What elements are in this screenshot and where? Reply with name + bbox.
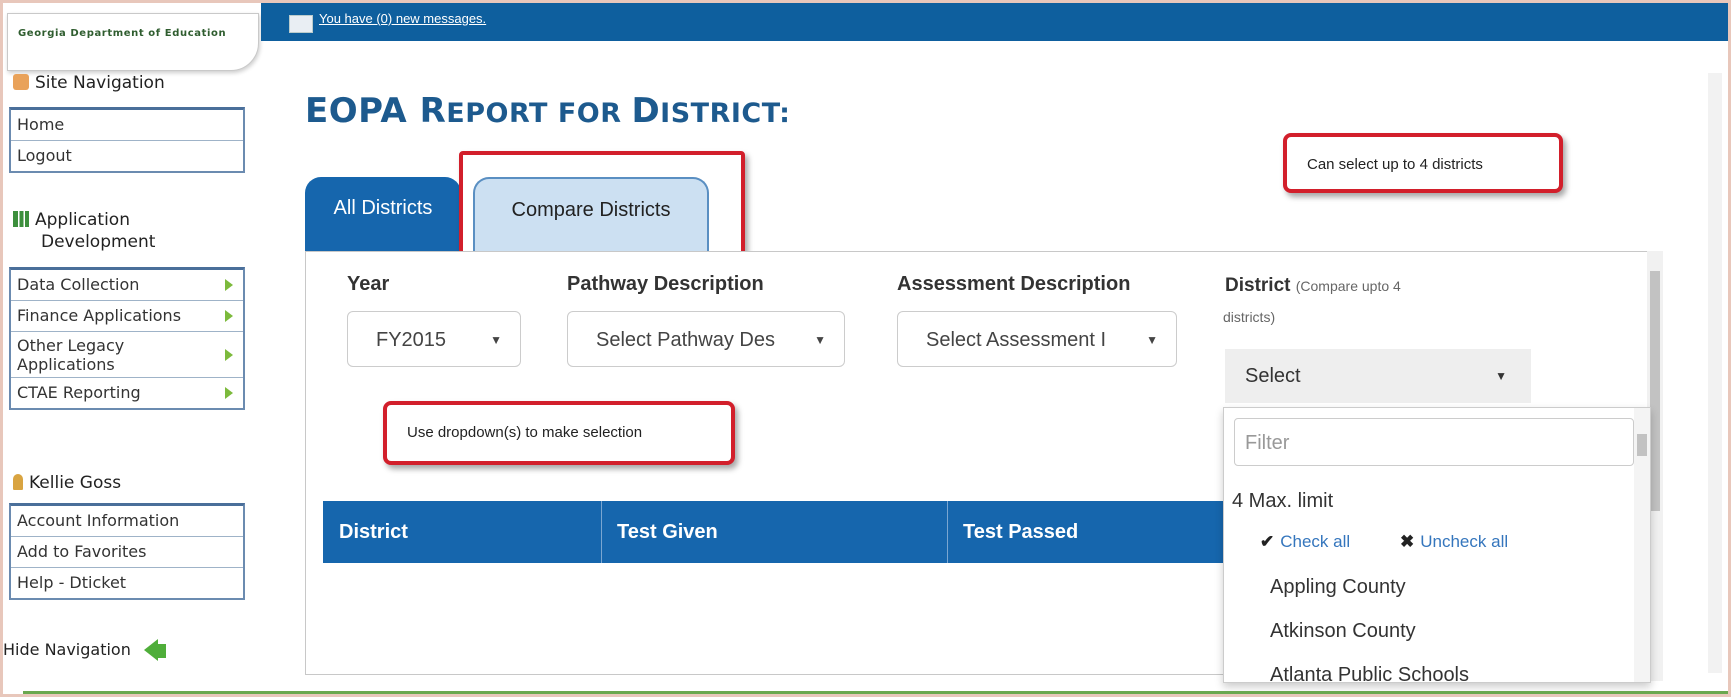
app-dev-title: Application Development	[13, 209, 155, 253]
page-title: EOPA REPORT FOR DISTRICT:	[305, 91, 790, 131]
district-note: (Compare upto 4	[1295, 278, 1401, 294]
green-arrow-left-icon	[136, 639, 166, 661]
uncheck-all-label: Uncheck all	[1420, 532, 1509, 551]
pathway-select[interactable]: Select Pathway Des ▼	[567, 311, 845, 367]
nav-item-home[interactable]: Home	[11, 110, 243, 141]
results-table-header: District Test Given Test Passed	[323, 501, 1235, 563]
nav-item-label: Data Collection	[17, 275, 140, 294]
assessment-select[interactable]: Select Assessment I ▼	[897, 311, 1177, 367]
title-part: ISTRICT:	[660, 98, 791, 129]
user-menu: Account Information Add to Favorites Hel…	[9, 503, 245, 600]
nav-item-ctae-reporting[interactable]: CTAE Reporting	[11, 378, 243, 408]
district-value: Select	[1245, 365, 1301, 387]
title-part: D	[631, 91, 661, 131]
title-part: EOPA R	[305, 91, 447, 131]
app-dev-menu: Data Collection Finance Applications Oth…	[9, 267, 245, 410]
chevron-right-icon	[225, 279, 233, 291]
year-label: Year	[347, 273, 390, 295]
caret-down-icon: ▼	[814, 333, 826, 347]
option-atlanta-public-schools[interactable]: Atlanta Public Schools	[1270, 664, 1469, 682]
scroll-thumb[interactable]	[1637, 434, 1647, 456]
site-navigation-label: Site Navigation	[35, 73, 165, 93]
check-all-label: Check all	[1280, 532, 1351, 551]
option-atkinson-county[interactable]: Atkinson County	[1270, 620, 1416, 643]
year-value: FY2015	[376, 329, 447, 351]
filter-input[interactable]: Filter	[1234, 418, 1634, 466]
chevron-right-icon	[225, 310, 233, 322]
user-icon	[13, 474, 23, 490]
column-header-test-passed[interactable]: Test Passed	[947, 501, 1233, 563]
bar-chart-icon	[13, 211, 29, 227]
check-all-link[interactable]: ✔ Check all	[1260, 532, 1350, 552]
callout-use-dropdowns: Use dropdown(s) to make selection	[383, 401, 735, 465]
assessment-label: Assessment Description	[897, 273, 1131, 295]
footer-bar	[23, 691, 1728, 694]
app-window: Georgia Department of Education Site Nav…	[0, 0, 1731, 697]
nav-item-other-legacy[interactable]: Other Legacy Applications	[11, 332, 243, 378]
nav-item-data-collection[interactable]: Data Collection	[11, 270, 243, 301]
title-part: EPORT FOR	[446, 98, 632, 129]
scroll-thumb[interactable]	[1650, 271, 1660, 511]
uncheck-all-link[interactable]: ✖ Uncheck all	[1400, 532, 1508, 552]
nav-item-finance-applications[interactable]: Finance Applications	[11, 301, 243, 332]
max-limit-text: 4 Max. limit	[1232, 490, 1334, 512]
caret-down-icon: ▼	[1495, 369, 1507, 383]
home-icon	[13, 74, 29, 90]
district-label-text: District	[1225, 275, 1291, 296]
chevron-right-icon	[225, 387, 233, 399]
envelope-icon	[289, 15, 313, 33]
nav-item-label: Finance Applications	[17, 306, 182, 325]
option-appling-county[interactable]: Appling County	[1270, 576, 1406, 599]
nav-item-add-to-favorites[interactable]: Add to Favorites	[11, 537, 243, 568]
hide-navigation-label: Hide Navigation	[3, 640, 131, 659]
pathway-value: Select Pathway Des	[596, 329, 775, 351]
column-header-district[interactable]: District	[323, 501, 602, 563]
dropdown-scrollbar[interactable]	[1634, 408, 1650, 682]
district-multiselect[interactable]: Select ▼	[1225, 349, 1531, 403]
district-label: District (Compare upto 4	[1225, 275, 1401, 297]
site-navigation-title: Site Navigation	[13, 73, 165, 93]
app-dev-label-2: Development	[41, 232, 156, 252]
x-icon: ✖	[1400, 532, 1415, 551]
check-icon: ✔	[1260, 532, 1275, 551]
nav-item-label: CTAE Reporting	[17, 383, 141, 402]
district-note-2: districts)	[1223, 309, 1276, 325]
nav-item-help-dticket[interactable]: Help - Dticket	[11, 568, 243, 598]
hide-navigation-link[interactable]: Hide Navigation	[3, 639, 166, 661]
callout-select-up-to: Can select up to 4 districts	[1283, 133, 1563, 193]
page-scrollbar[interactable]	[1708, 73, 1722, 673]
caret-down-icon: ▼	[1146, 333, 1158, 347]
logo-text: Georgia Department of Education	[18, 28, 227, 39]
app-dev-label-1: Application	[35, 210, 130, 230]
nav-item-logout[interactable]: Logout	[11, 141, 243, 171]
assessment-value: Select Assessment I	[926, 329, 1107, 351]
messages-link[interactable]: You have (0) new messages.	[319, 11, 486, 26]
top-bar: You have (0) new messages.	[261, 3, 1728, 41]
district-dropdown-menu: Filter 4 Max. limit ✔ Check all ✖ Uncheck …	[1223, 407, 1651, 683]
logo: Georgia Department of Education	[7, 13, 259, 71]
user-section-title: Kellie Goss	[13, 473, 121, 493]
year-select[interactable]: FY2015 ▼	[347, 311, 521, 367]
tab-all-districts[interactable]: All Districts	[305, 177, 461, 251]
site-nav-menu: Home Logout	[9, 107, 245, 173]
column-header-test-given[interactable]: Test Given	[601, 501, 948, 563]
nav-item-label: Other Legacy Applications	[17, 336, 125, 374]
chevron-right-icon	[225, 348, 233, 361]
pathway-label: Pathway Description	[567, 273, 764, 295]
user-name: Kellie Goss	[29, 473, 122, 493]
sidebar: Georgia Department of Education Site Nav…	[3, 3, 261, 694]
nav-item-account-information[interactable]: Account Information	[11, 506, 243, 537]
caret-down-icon: ▼	[490, 333, 502, 347]
